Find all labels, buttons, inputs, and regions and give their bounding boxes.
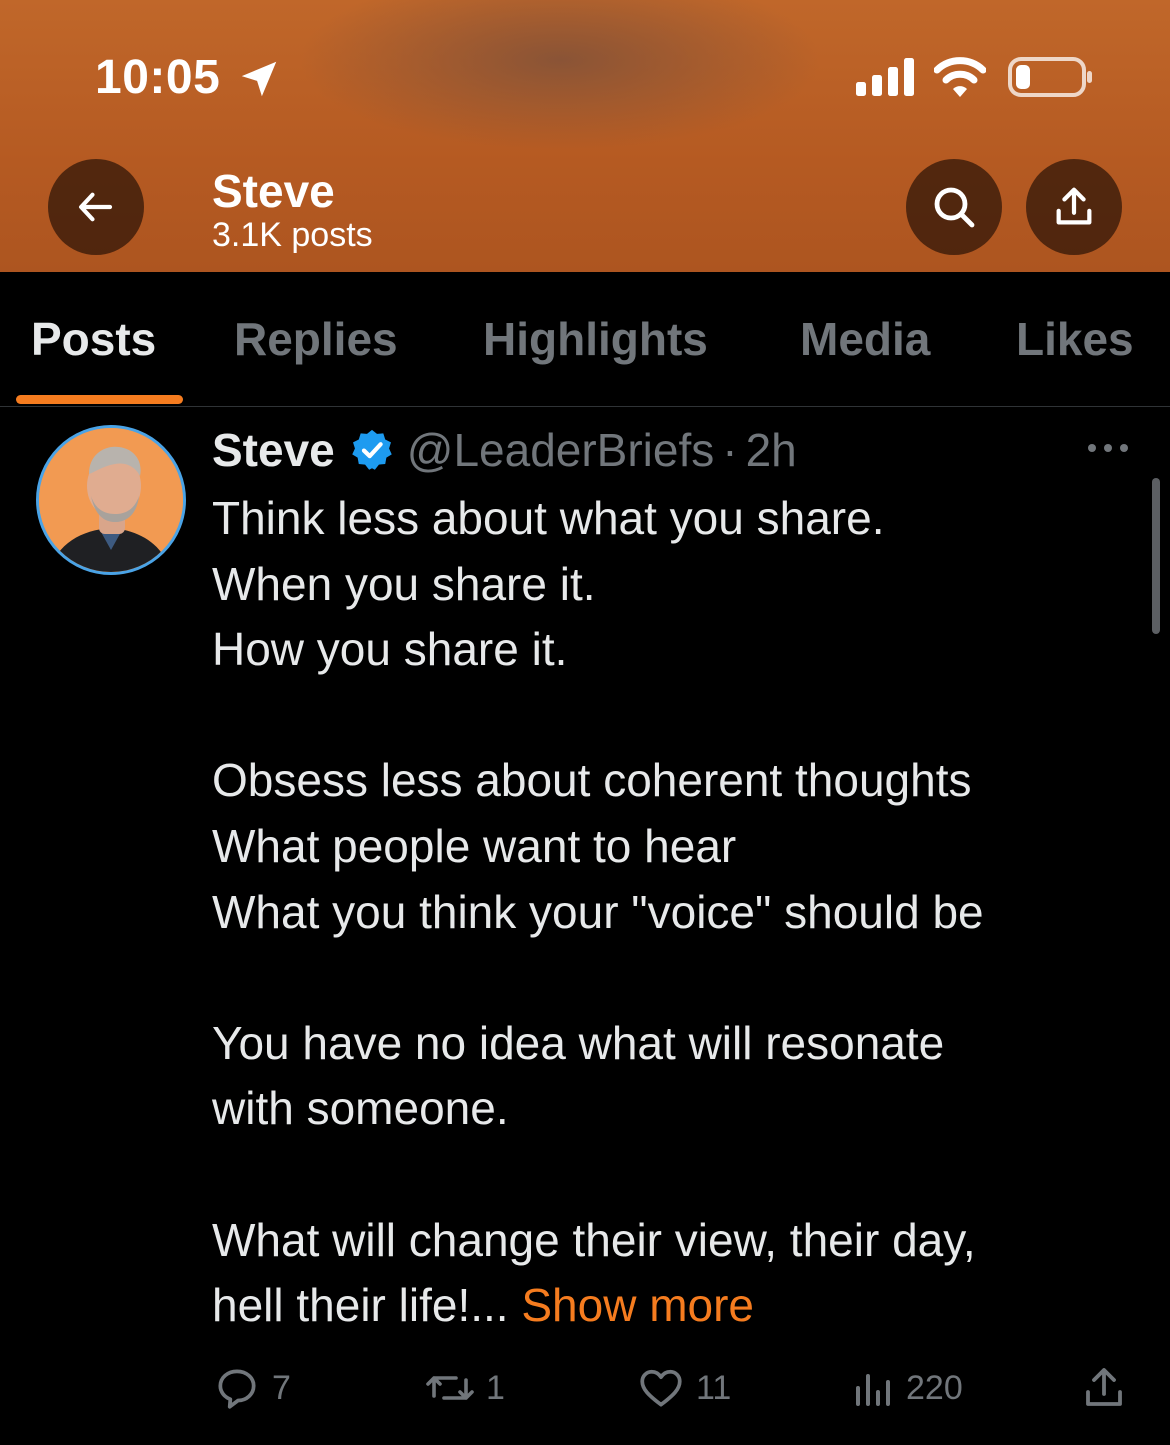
repost-icon (426, 1376, 474, 1400)
like-button[interactable]: 11 (636, 1360, 731, 1416)
share-icon (1086, 1368, 1122, 1406)
post-text-line: Obsess less about coherent thoughts (212, 754, 972, 807)
post-count: 3.1K posts (212, 216, 373, 254)
heart-icon (640, 1369, 682, 1407)
avatar[interactable] (36, 425, 186, 575)
post-text-last-line: hell their life!... Show more (212, 1273, 1142, 1339)
view-count: 220 (906, 1368, 963, 1407)
separator-dot: · (722, 424, 738, 476)
like-count: 11 (696, 1368, 732, 1407)
show-more-link[interactable]: Show more (521, 1279, 754, 1331)
active-tab-indicator (16, 395, 183, 404)
profile-tabs: Posts Replies Highlights Media Likes (0, 272, 1170, 407)
post-text-line (212, 1142, 1142, 1208)
post-text-line (212, 945, 1142, 1011)
views-button[interactable]: 220 (852, 1360, 963, 1416)
location-arrow-icon (241, 61, 277, 97)
post-text-line: with someone. (212, 1082, 509, 1135)
search-button[interactable] (906, 159, 1002, 255)
post-timestamp[interactable]: 2h (746, 423, 797, 477)
post-text-line: What people want to hear (212, 819, 737, 872)
post-actions: 7 1 11 220 (0, 1360, 1170, 1420)
post-author-row: Steve @LeaderBriefs · 2h (212, 420, 797, 480)
analytics-bars-icon (856, 1374, 890, 1406)
reply-count: 7 (272, 1368, 291, 1407)
back-button[interactable] (48, 159, 144, 255)
profile-header: 10:05 Steve 3.1K posts (0, 0, 1170, 272)
profile-name: Steve (212, 165, 335, 217)
battery-icon (1008, 57, 1092, 97)
more-options-icon[interactable] (1086, 440, 1130, 456)
avatar-portrait (39, 428, 183, 572)
post-text-truncated: hell their life!... (212, 1279, 522, 1332)
repost-count: 1 (486, 1368, 505, 1407)
tab-media[interactable]: Media (800, 312, 930, 366)
tab-likes[interactable]: Likes (1016, 312, 1134, 366)
post-author-name[interactable]: Steve (212, 423, 335, 477)
post-text: Think less about what you share. When yo… (212, 486, 1142, 1339)
wifi-icon (934, 57, 986, 97)
post-text-line: What you think your "voice" should be (212, 885, 984, 938)
reply-icon (218, 1369, 256, 1409)
arrow-left-icon (79, 192, 113, 222)
post-text-line: Think less about what you share. (212, 492, 885, 544)
post-text-line: When you share it. (212, 557, 596, 610)
post-text-line: How you share it. (212, 623, 568, 676)
post-text-line: You have no idea what will resonate (212, 1016, 945, 1069)
post-text-line (212, 683, 1142, 749)
tab-highlights[interactable]: Highlights (483, 312, 708, 366)
share-profile-button[interactable] (1026, 159, 1122, 255)
tab-replies[interactable]: Replies (234, 312, 398, 366)
share-post-button[interactable] (1080, 1360, 1128, 1416)
repost-button[interactable]: 1 (424, 1360, 505, 1416)
verified-badge-icon (352, 429, 392, 470)
search-icon (934, 187, 975, 228)
scrollbar[interactable] (1152, 478, 1160, 634)
share-icon (1056, 187, 1092, 225)
post-handle[interactable]: @LeaderBriefs (407, 423, 715, 477)
cellular-signal-icon (856, 58, 914, 96)
reply-button[interactable]: 7 (212, 1360, 291, 1416)
status-time: 10:05 (95, 51, 221, 104)
post-text-line: What will change their view, their day, (212, 1213, 976, 1266)
tab-posts[interactable]: Posts (31, 312, 156, 366)
